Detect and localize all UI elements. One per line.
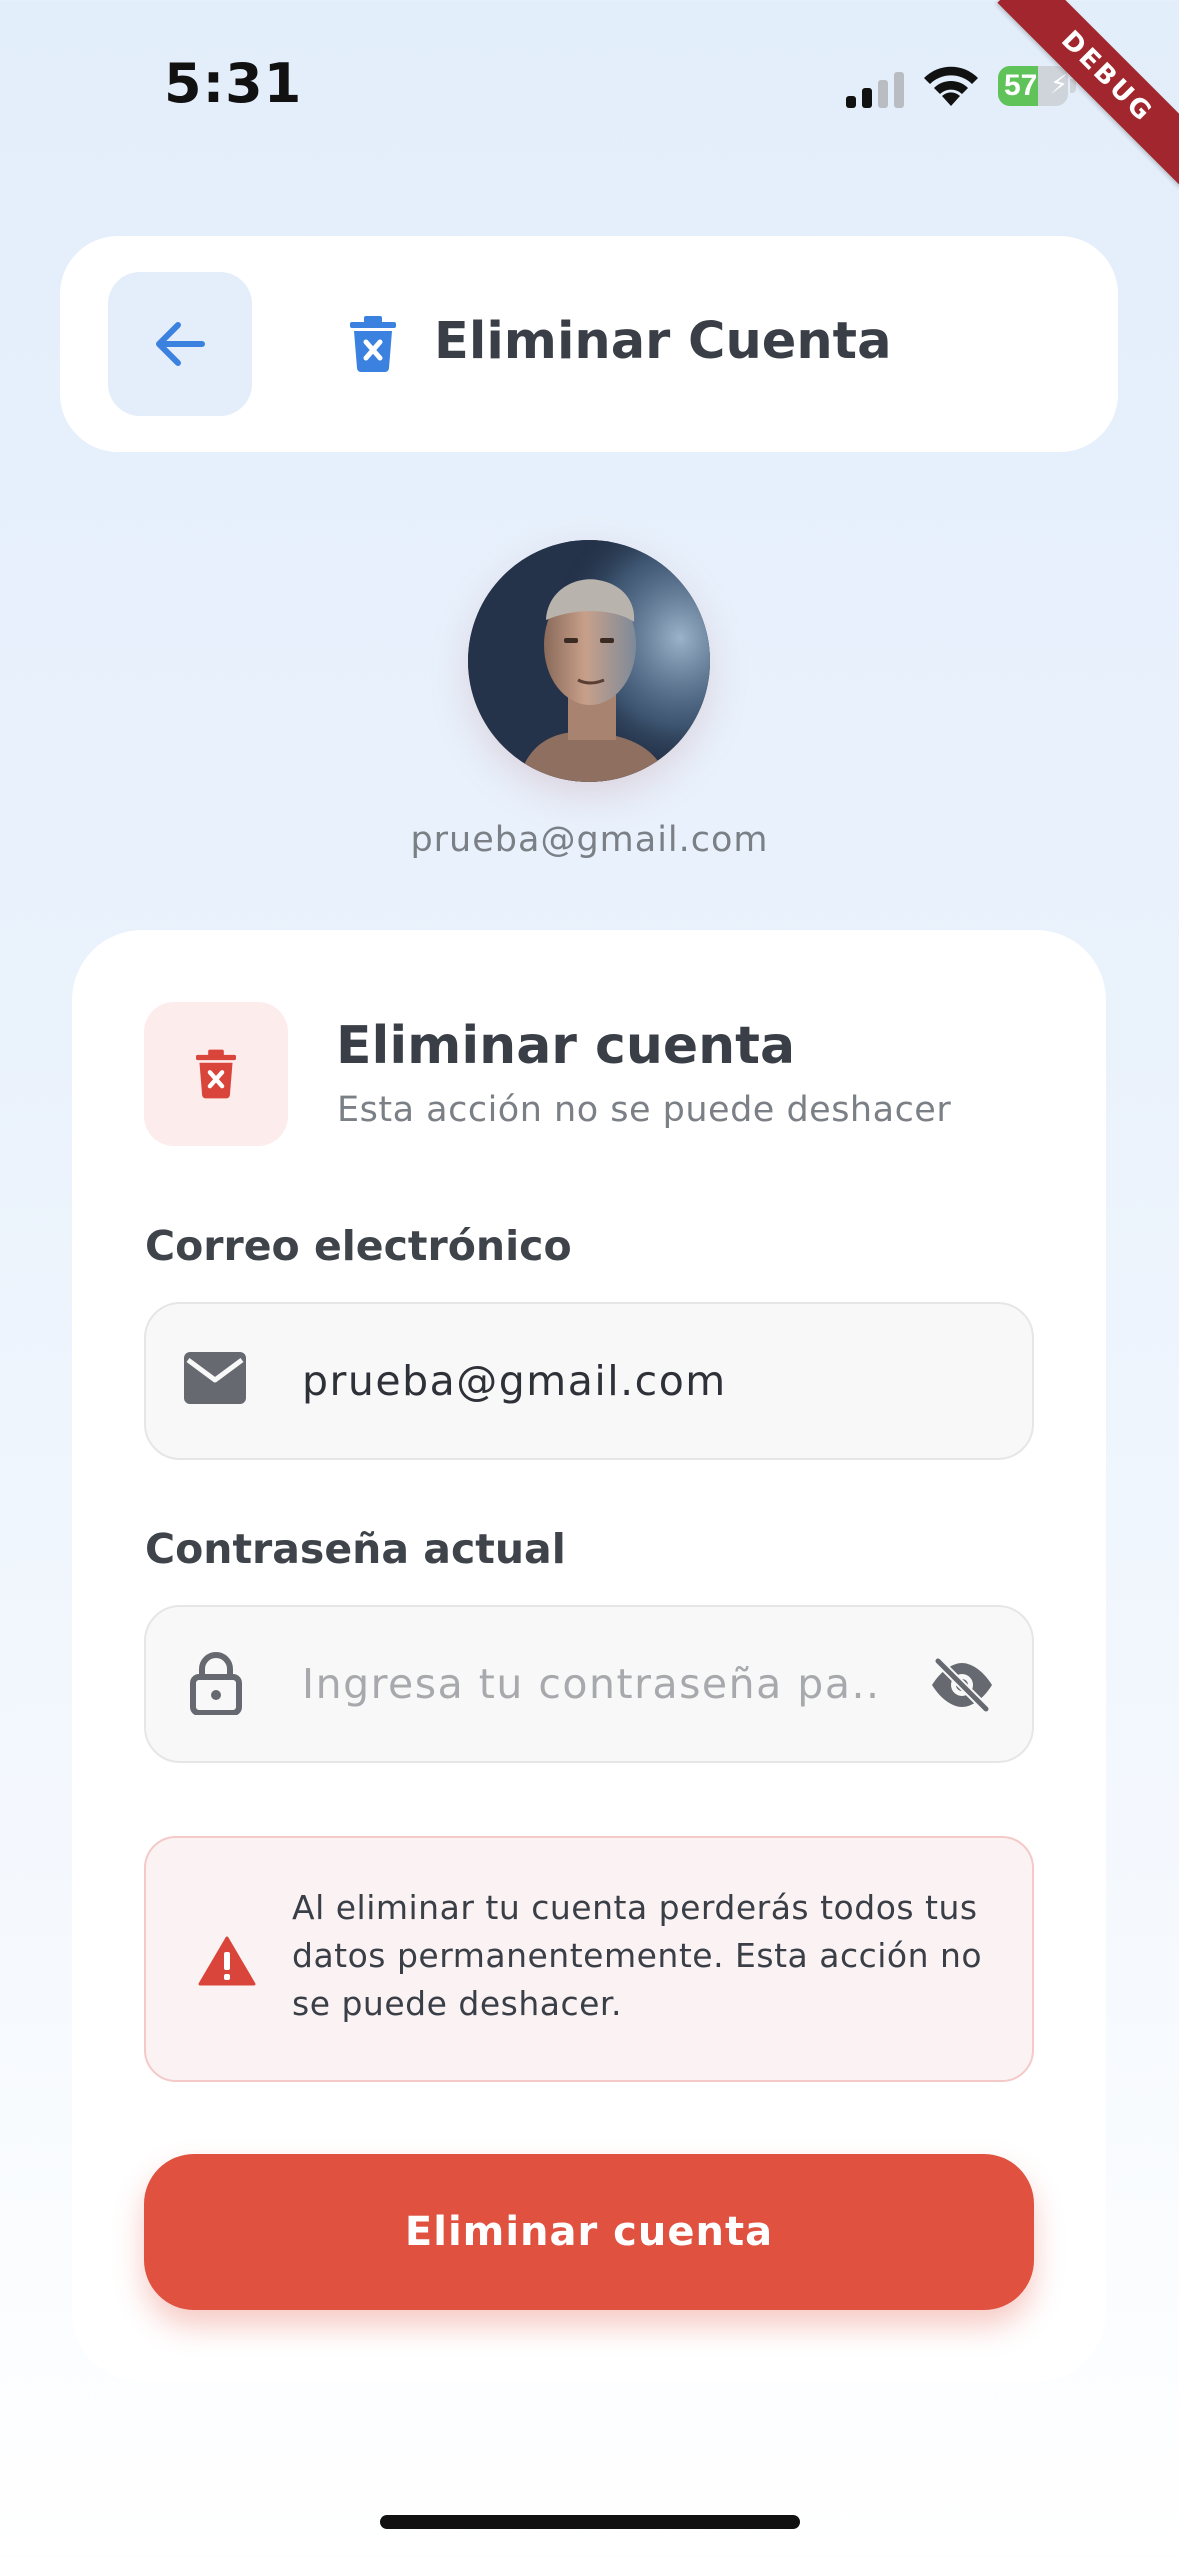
arrow-left-icon (156, 322, 205, 366)
warning-box: Al eliminar tu cuenta perderás todos tus… (144, 1836, 1034, 2082)
card-title: Eliminar cuenta (336, 1016, 796, 1076)
status-time: 5:31 (164, 52, 303, 115)
avatar-portrait (468, 540, 710, 782)
page-title: Eliminar Cuenta (434, 312, 892, 371)
delete-account-button[interactable]: Eliminar cuenta (144, 2154, 1034, 2310)
envelope-icon (184, 1352, 246, 1404)
danger-icon-box (144, 1002, 288, 1146)
trash-x-icon (196, 1049, 236, 1099)
battery-level: 57 (1004, 69, 1038, 102)
back-button[interactable] (108, 272, 252, 416)
avatar (468, 540, 710, 782)
password-field[interactable] (144, 1605, 1034, 1763)
card-subtitle: Esta acción no se puede deshacer (337, 1090, 952, 1130)
trash-x-icon (350, 316, 396, 372)
email-label: Correo electrónico (145, 1222, 572, 1270)
signal-icon (846, 72, 904, 108)
warning-triangle-icon (198, 1936, 256, 1986)
password-label: Contraseña actual (145, 1525, 566, 1573)
battery-charging-icon: 57 ⚡ (998, 66, 1076, 106)
email-field[interactable] (144, 1302, 1034, 1460)
eye-off-icon[interactable] (928, 1657, 996, 1713)
warning-text: Al eliminar tu cuenta perderás todos tus… (292, 1888, 983, 2023)
email-input[interactable] (302, 1304, 882, 1458)
home-indicator[interactable] (380, 2515, 800, 2529)
lock-icon (190, 1652, 242, 1715)
password-input[interactable] (302, 1607, 882, 1761)
wifi-icon (924, 66, 978, 106)
user-email: prueba@gmail.com (410, 820, 769, 860)
